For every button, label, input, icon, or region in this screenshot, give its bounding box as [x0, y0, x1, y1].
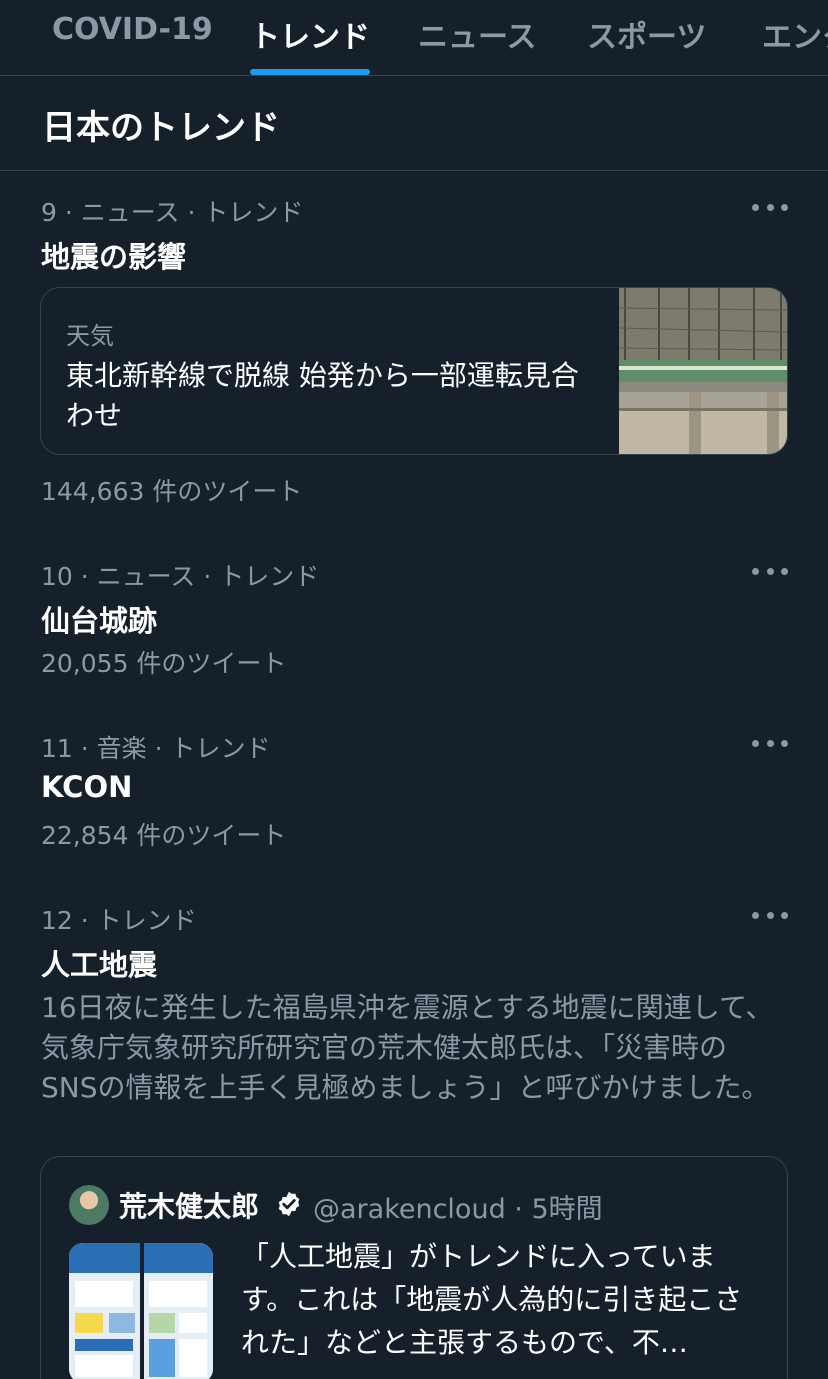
- verified-badge-icon: [278, 1191, 300, 1217]
- explore-tab-bar: COVID-19 トレンド ニュース スポーツ エンタ: [0, 0, 828, 76]
- trend-meta: 12 · トレンド: [41, 906, 197, 935]
- tweet-media-thumbnail[interactable]: [69, 1243, 213, 1379]
- trend-topic[interactable]: 地震の影響: [41, 234, 186, 276]
- news-category: 天気: [66, 322, 114, 350]
- section-title: 日本のトレンド: [42, 108, 280, 148]
- tab-entertainment[interactable]: エンタ: [762, 12, 828, 56]
- tab-trends[interactable]: トレンド: [250, 12, 370, 56]
- news-thumbnail-image: [619, 288, 787, 454]
- news-headline: 東北新幹線で脱線 始発から一部運転見合わせ: [66, 359, 579, 432]
- more-options-icon[interactable]: [752, 737, 788, 749]
- more-options-icon[interactable]: [752, 201, 788, 213]
- trend-topic[interactable]: KCON: [41, 770, 132, 804]
- tweet-count: 20,055 件のツイート: [41, 649, 287, 678]
- trend-topic[interactable]: 仙台城跡: [41, 598, 157, 640]
- more-options-icon[interactable]: [752, 909, 788, 921]
- trend-meta: 11 · 音楽 · トレンド: [41, 734, 271, 763]
- infographic-image: [69, 1243, 213, 1379]
- trend-meta: 10 · ニュース · トレンド: [41, 562, 320, 591]
- trend-topic[interactable]: 人工地震: [41, 942, 157, 984]
- trend-description: 16日夜に発生した福島県沖を震源とする地震に関連して、気象庁気象研究所研究官の荒…: [41, 991, 774, 1104]
- news-card[interactable]: 天気 東北新幹線で脱線 始発から一部運転見合わせ: [40, 287, 788, 455]
- tweet-count: 22,854 件のツイート: [41, 821, 287, 850]
- trend-meta: 9 · ニュース · トレンド: [41, 198, 304, 227]
- tab-news[interactable]: ニュース: [418, 12, 537, 56]
- active-tab-indicator: [250, 69, 370, 75]
- tweet-author[interactable]: 荒木健太郎: [119, 1185, 259, 1225]
- divider: [0, 170, 828, 171]
- embedded-tweet-card[interactable]: 荒木健太郎 @arakencloud · 5時間 「人工地震」がトレンドに入って…: [40, 1156, 788, 1379]
- tab-sports[interactable]: スポーツ: [587, 12, 706, 56]
- more-options-icon[interactable]: [752, 565, 788, 577]
- tweet-handle-time: @arakencloud · 5時間: [313, 1194, 603, 1225]
- bullet-train-photo: [619, 288, 787, 454]
- tab-covid19[interactable]: COVID-19: [52, 12, 213, 47]
- avatar[interactable]: [69, 1185, 109, 1225]
- tweet-count: 144,663 件のツイート: [41, 477, 303, 506]
- tweet-text: 「人工地震」がトレンドに入っています。これは「地震が人為的に引き起こされた」など…: [241, 1240, 743, 1359]
